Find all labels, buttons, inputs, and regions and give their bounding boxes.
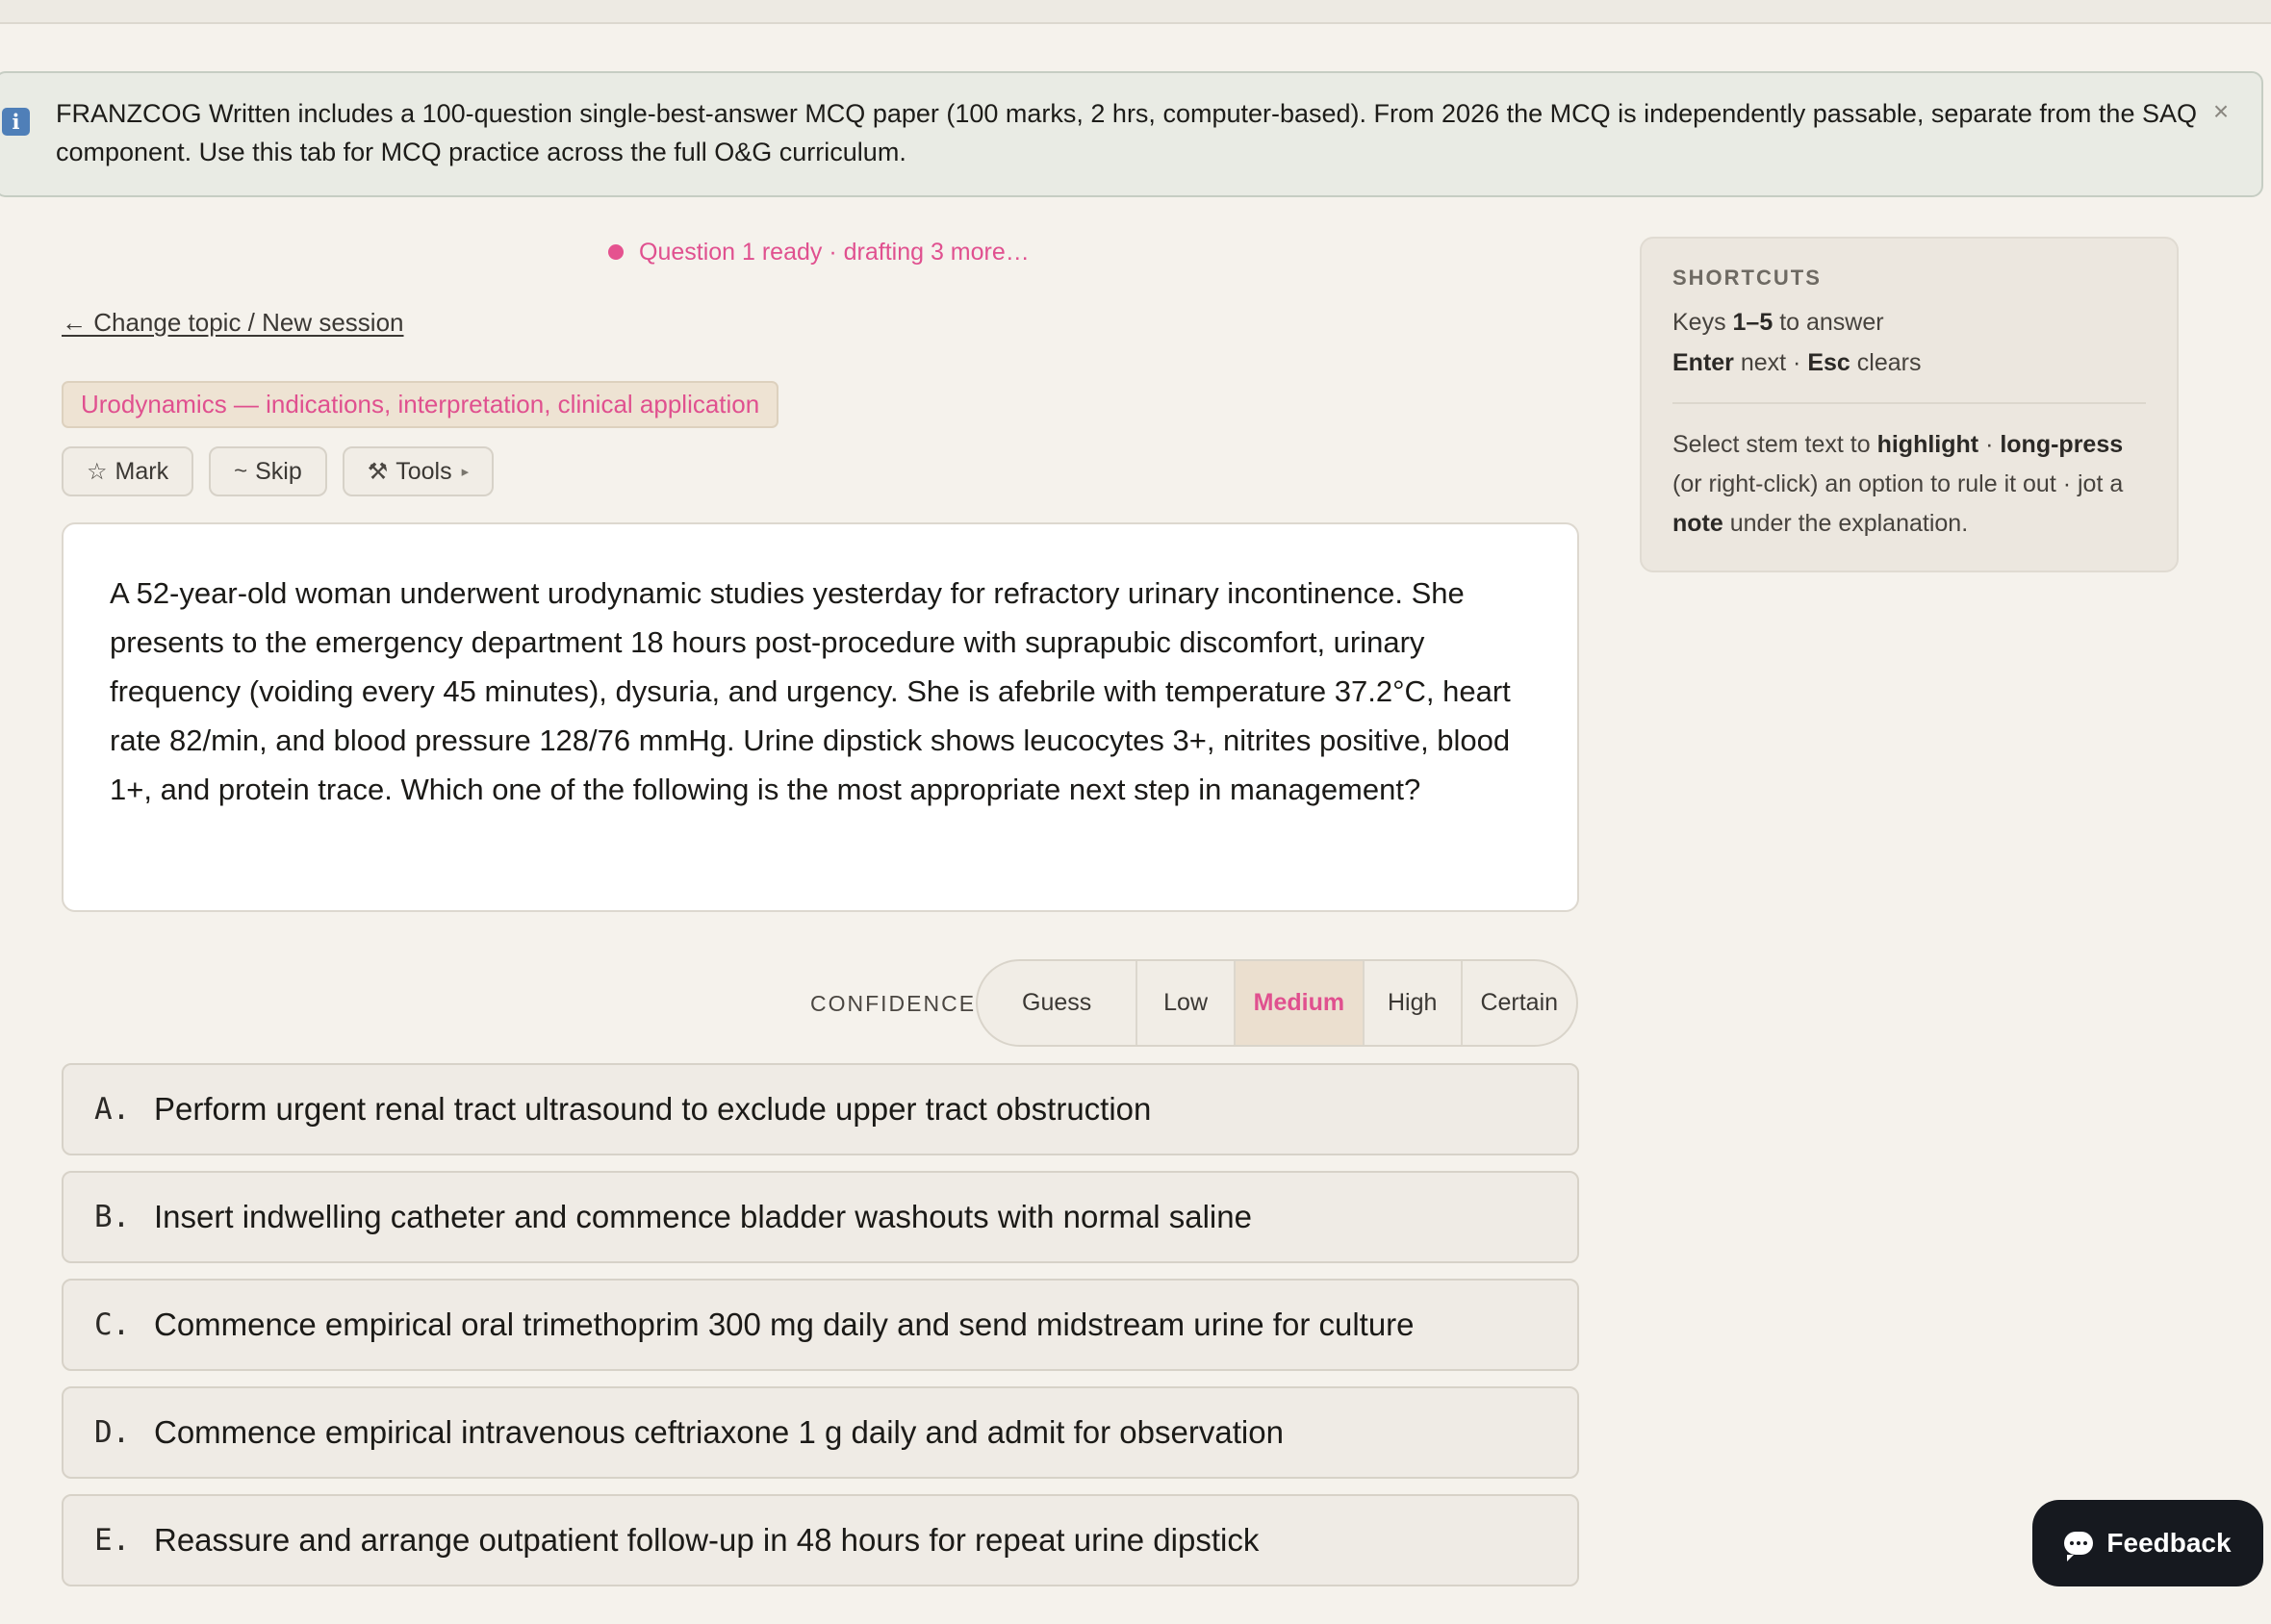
confidence-selector: Guess Low Medium High Certain xyxy=(976,959,1578,1047)
answer-options: A. Perform urgent renal tract ultrasound … xyxy=(62,1063,1579,1602)
option-text: Commence empirical oral trimethoprim 300… xyxy=(154,1307,1415,1342)
shortcut-tip: Select stem text to highlight · long-pre… xyxy=(1672,431,2124,537)
skip-label: Skip xyxy=(255,457,302,485)
confidence-medium-option[interactable]: Medium xyxy=(1235,961,1365,1045)
answer-option-e[interactable]: E. Reassure and arrange outpatient follow… xyxy=(62,1494,1579,1586)
confidence-label: CONFIDENCE xyxy=(810,991,977,1016)
mark-button[interactable]: ☆ Mark xyxy=(62,446,194,496)
change-topic-link[interactable]: ← Change topic / New session xyxy=(62,308,404,338)
confidence-certain-option[interactable]: Certain xyxy=(1463,961,1576,1045)
mark-label: Mark xyxy=(115,457,169,485)
top-bar xyxy=(0,0,2271,24)
shortcut-enter-esc-line: Enter next · Esc clears xyxy=(1672,349,1922,376)
status-text: Question 1 ready · drafting 3 more… xyxy=(639,238,1030,266)
option-text: Reassure and arrange outpatient follow-u… xyxy=(154,1522,1260,1558)
option-letter: A. xyxy=(94,1092,131,1127)
confidence-high-option[interactable]: High xyxy=(1365,961,1463,1045)
topic-badge: Urodynamics — indications, interpretatio… xyxy=(62,381,779,428)
answer-option-d[interactable]: D. Commence empirical intravenous ceftria… xyxy=(62,1386,1579,1479)
feedback-button[interactable]: Feedback xyxy=(2032,1500,2263,1586)
close-icon[interactable]: × xyxy=(2204,94,2238,129)
tools-icon: ⚒ xyxy=(367,458,389,485)
shortcuts-panel: SHORTCUTS Keys 1–5 to answer Enter next … xyxy=(1640,237,2179,572)
option-text: Insert indwelling catheter and commence … xyxy=(154,1199,1252,1234)
tilde-icon: ~ xyxy=(234,458,248,484)
status-dot-icon xyxy=(608,244,624,260)
chat-bubble-icon xyxy=(2064,1532,2094,1561)
option-letter: D. xyxy=(94,1415,131,1450)
option-letter: C. xyxy=(94,1307,131,1342)
generation-status: Question 1 ready · drafting 3 more… xyxy=(608,235,1030,269)
caret-right-icon: ▸ xyxy=(461,464,470,480)
option-text: Perform urgent renal tract ultrasound to… xyxy=(154,1091,1152,1127)
skip-button[interactable]: ~ Skip xyxy=(209,446,327,496)
shortcut-keys-line: Keys 1–5 to answer xyxy=(1672,309,1884,336)
star-icon: ☆ xyxy=(87,458,108,485)
info-banner: i FRANZCOG Written includes a 100-questi… xyxy=(0,71,2263,197)
tools-label: Tools xyxy=(396,457,452,485)
feedback-label: Feedback xyxy=(2106,1528,2232,1558)
shortcuts-title: SHORTCUTS xyxy=(1672,266,1822,290)
tools-button[interactable]: ⚒ Tools ▸ xyxy=(342,446,495,496)
answer-option-b[interactable]: B. Insert indwelling catheter and commenc… xyxy=(62,1171,1579,1263)
option-letter: E. xyxy=(94,1523,131,1558)
info-icon: i xyxy=(2,108,30,136)
answer-option-c[interactable]: C. Commence empirical oral trimethoprim 3… xyxy=(62,1279,1579,1371)
option-letter: B. xyxy=(94,1200,131,1234)
question-stem[interactable]: A 52-year-old woman underwent urodynamic… xyxy=(62,522,1579,912)
confidence-low-option[interactable]: Low xyxy=(1137,961,1236,1045)
answer-option-a[interactable]: A. Perform urgent renal tract ultrasound … xyxy=(62,1063,1579,1155)
option-text: Commence empirical intravenous ceftriaxo… xyxy=(154,1414,1284,1450)
info-banner-text: FRANZCOG Written includes a 100-question… xyxy=(56,99,2197,166)
question-toolbar: ☆ Mark ~ Skip ⚒ Tools ▸ xyxy=(62,446,495,496)
confidence-guess-option[interactable]: Guess xyxy=(978,961,1138,1045)
shortcuts-divider xyxy=(1672,402,2146,404)
